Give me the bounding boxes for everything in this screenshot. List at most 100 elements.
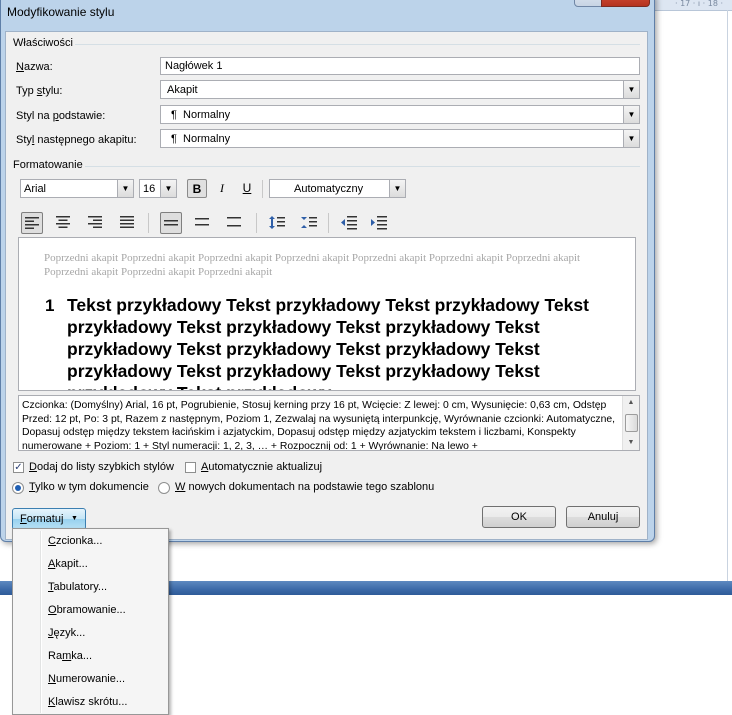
ruler: · 17 · ı · 18 · xyxy=(655,0,732,11)
chevron-down-icon[interactable]: ▼ xyxy=(117,180,133,197)
auto-update-label: Automatycznie aktualizuj xyxy=(201,461,323,473)
menu-item-border[interactable]: Obramowanie... xyxy=(48,604,126,616)
one-half-spacing-button[interactable] xyxy=(192,212,214,234)
name-value: Nagłówek 1 xyxy=(165,60,223,72)
align-center-icon xyxy=(56,216,70,228)
toolbar-separator xyxy=(256,213,257,233)
font-size-value: 16 xyxy=(143,183,156,195)
based-on-label: Styl na podstawie: xyxy=(16,110,106,122)
italic-button[interactable]: I xyxy=(212,179,232,198)
formatting-group-label: Formatowanie xyxy=(13,159,83,171)
font-color-select[interactable]: Automatyczny ▼ xyxy=(269,179,406,198)
formatting-divider xyxy=(85,166,640,167)
heading-number: 1 xyxy=(45,296,55,315)
only-this-document-radio[interactable] xyxy=(12,482,24,494)
font-select[interactable]: Arial ▼ xyxy=(20,179,134,198)
toolbar-separator xyxy=(148,213,149,233)
style-preview: Poprzedni akapit Poprzedni akapit Poprze… xyxy=(18,237,636,391)
decrease-indent-button[interactable] xyxy=(338,212,360,234)
increase-indent-button[interactable] xyxy=(368,212,390,234)
based-on-select[interactable]: ¶ Normalny ▼ xyxy=(160,105,640,124)
based-on-value: ¶ Normalny xyxy=(171,109,231,121)
spacing-after-icon xyxy=(301,217,317,228)
pilcrow-icon: ¶ xyxy=(171,133,177,145)
double-spacing-button[interactable] xyxy=(224,212,246,234)
align-right-button[interactable] xyxy=(85,212,107,234)
menu-item-tabs[interactable]: Tabulatory... xyxy=(48,581,107,593)
double-spacing-icon xyxy=(227,217,241,227)
description-text: Czcionka: (Domyślny) Arial, 16 pt, Pogru… xyxy=(22,400,616,451)
next-style-label: Styl następnego akapitu: xyxy=(16,134,137,146)
format-button[interactable]: Formatuj ▼ xyxy=(12,508,86,530)
close-button[interactable]: ✕ xyxy=(601,0,650,7)
title-bar: Modyfikowanie stylu xyxy=(1,1,654,23)
name-label: Nazwa: xyxy=(16,61,53,73)
menu-item-font[interactable]: Czcionka... xyxy=(48,535,102,547)
one-half-spacing-icon xyxy=(195,218,209,226)
style-type-label: Typ stylu: xyxy=(16,85,63,97)
chevron-down-icon[interactable]: ▼ xyxy=(623,81,639,98)
font-value: Arial xyxy=(24,183,47,195)
decrease-indent-icon xyxy=(341,216,357,230)
close-icon: ✕ xyxy=(620,0,631,3)
chevron-down-icon[interactable]: ▼ xyxy=(623,106,639,123)
add-to-quick-styles-label: Dodaj do listy szybkich stylów xyxy=(29,461,174,473)
chevron-down-icon[interactable]: ▼ xyxy=(389,180,405,197)
scroll-down-icon[interactable]: ▼ xyxy=(623,436,639,450)
align-center-button[interactable] xyxy=(53,212,75,234)
align-right-icon xyxy=(88,216,102,228)
next-style-select[interactable]: ¶ Normalny ▼ xyxy=(160,129,640,148)
toolbar-separator xyxy=(262,180,263,198)
underline-button[interactable]: U xyxy=(237,179,257,198)
scroll-thumb[interactable] xyxy=(625,414,638,432)
ok-button[interactable]: OK xyxy=(482,506,556,528)
new-documents-radio[interactable] xyxy=(158,482,170,494)
menu-gutter-highlight xyxy=(41,531,42,713)
properties-group-label: Właściwości xyxy=(13,37,73,49)
new-documents-label: W nowych dokumentach na podstawie tego s… xyxy=(175,481,435,493)
justify-button[interactable] xyxy=(117,212,139,234)
next-style-value: ¶ Normalny xyxy=(171,133,231,145)
dialog-title: Modyfikowanie stylu xyxy=(7,5,115,19)
chevron-down-icon[interactable]: ▼ xyxy=(623,130,639,147)
format-button-label: Formatuj xyxy=(20,513,64,525)
menu-item-numbering[interactable]: Numerowanie... xyxy=(48,673,125,685)
font-color-value: Automatyczny xyxy=(294,183,364,195)
increase-indent-icon xyxy=(371,216,387,230)
auto-update-checkbox[interactable] xyxy=(185,462,196,473)
justify-icon xyxy=(120,216,134,228)
menu-item-language[interactable]: Język... xyxy=(48,627,85,639)
toolbar-separator xyxy=(328,213,329,233)
help-icon: ? xyxy=(585,0,592,2)
bold-button[interactable]: B xyxy=(187,179,207,198)
chevron-down-icon: ▼ xyxy=(71,515,78,522)
spacing-before-icon xyxy=(269,216,285,229)
add-to-quick-styles-checkbox[interactable]: ✓ xyxy=(13,462,24,473)
properties-divider xyxy=(75,44,640,45)
font-size-select[interactable]: 16 ▼ xyxy=(139,179,177,198)
chevron-down-icon[interactable]: ▼ xyxy=(160,180,176,197)
previous-paragraph-text: Poprzedni akapit Poprzedni akapit Poprze… xyxy=(44,252,581,278)
format-menu: Czcionka... Akapit... Tabulatory... Obra… xyxy=(12,528,169,715)
cancel-button[interactable]: Anuluj xyxy=(566,506,640,528)
style-type-select[interactable]: Akapit ▼ xyxy=(160,80,640,99)
align-left-icon xyxy=(25,217,39,229)
menu-item-shortcut-key[interactable]: Klawisz skrótu... xyxy=(48,696,127,708)
increase-spacing-before-button[interactable] xyxy=(266,212,288,234)
menu-item-frame[interactable]: Ramka... xyxy=(48,650,92,662)
help-button[interactable]: ? xyxy=(574,0,602,7)
single-spacing-button[interactable] xyxy=(160,212,182,234)
sample-heading-text: Tekst przykładowy Tekst przykładowy Teks… xyxy=(67,295,589,390)
align-left-button[interactable] xyxy=(21,212,43,234)
style-description[interactable]: Czcionka: (Domyślny) Arial, 16 pt, Pogru… xyxy=(18,395,640,451)
decrease-spacing-before-button[interactable] xyxy=(298,212,320,234)
description-scrollbar[interactable]: ▲ ▼ xyxy=(622,396,639,450)
ruler-label: · 17 · ı · 18 · xyxy=(675,0,724,8)
pilcrow-icon: ¶ xyxy=(171,109,177,121)
name-input[interactable]: Nagłówek 1 xyxy=(160,57,640,75)
style-type-value: Akapit xyxy=(167,84,198,96)
document-page xyxy=(655,12,727,580)
scroll-up-icon[interactable]: ▲ xyxy=(623,396,639,410)
only-this-document-label: Tylko w tym dokumencie xyxy=(29,481,149,493)
menu-item-paragraph[interactable]: Akapit... xyxy=(48,558,88,570)
